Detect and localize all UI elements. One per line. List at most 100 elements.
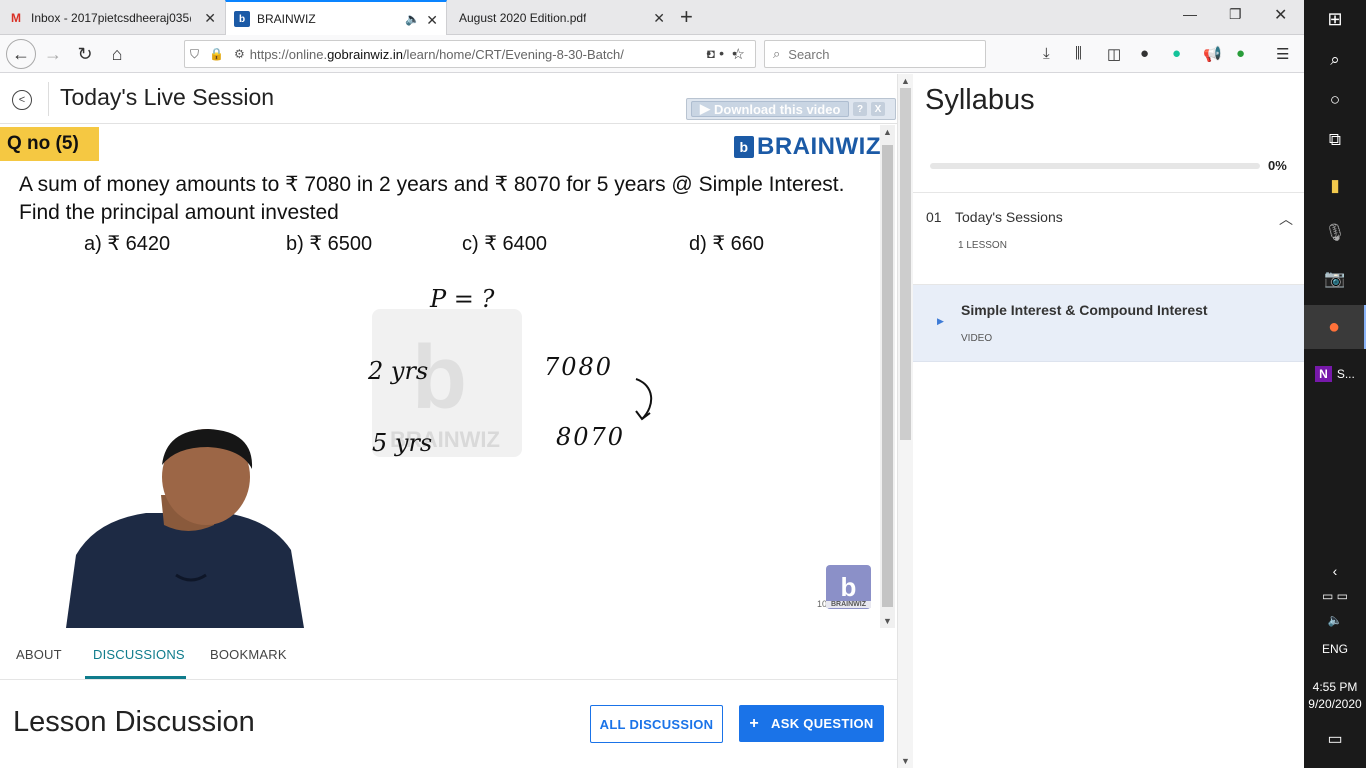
volume-icon[interactable]: 🔈 <box>1304 611 1366 629</box>
tab-title: August 2020 Edition.pdf <box>459 10 587 25</box>
task-view-icon[interactable]: ⧉ <box>1304 129 1366 151</box>
video-scrollbar[interactable]: ▲ ▼ <box>880 125 895 628</box>
download-icon[interactable]: ⤓ <box>1043 45 1050 62</box>
pocket-icon[interactable]: ◘ <box>707 46 715 61</box>
scroll-up-icon[interactable]: ▲ <box>883 127 892 137</box>
onenote-label: S... <box>1336 367 1355 381</box>
download-help-icon[interactable]: ? <box>853 102 867 116</box>
scroll-thumb[interactable] <box>900 88 911 440</box>
battery-network-icon[interactable]: ▭ ▭ <box>1304 587 1366 605</box>
language-indicator[interactable]: ENG <box>1304 642 1366 656</box>
chevron-up-icon[interactable]: ︿ <box>1279 209 1293 229</box>
speaker-icon[interactable]: 🔈 <box>405 12 420 26</box>
sidebar-icon[interactable]: ◫ <box>1107 45 1121 63</box>
page-scrollbar[interactable]: ▲ ▼ <box>897 74 913 768</box>
handwriting-8070: 8070 <box>556 423 626 451</box>
grammarly-icon[interactable]: ● <box>1172 45 1181 62</box>
lesson-item[interactable]: ▶ Simple Interest & Compound Interest VI… <box>913 285 1304 362</box>
new-tab-icon[interactable]: + <box>680 4 693 30</box>
lock-icon[interactable]: 🔒 <box>209 47 224 61</box>
close-tab-icon[interactable]: ✕ <box>204 10 216 27</box>
video-player[interactable]: Q no (5) b BRAINWIZ A sum of money amoun… <box>0 125 880 628</box>
gmail-icon: M <box>11 10 21 25</box>
download-close-icon[interactable]: X <box>871 102 885 116</box>
brainwiz-logo: b BRAINWIZ <box>734 133 880 161</box>
scroll-thumb[interactable] <box>882 145 893 607</box>
show-hidden-icons-icon[interactable]: ‹ <box>1304 561 1366 581</box>
presenter-video <box>66 429 304 628</box>
close-window-icon[interactable]: ✕ <box>1274 5 1287 25</box>
tab-discussions[interactable]: DISCUSSIONS <box>93 647 185 662</box>
clock-time[interactable]: 4:55 PM <box>1304 680 1366 694</box>
library-icon[interactable]: ⫼ <box>1075 45 1082 62</box>
scroll-up-icon[interactable]: ▲ <box>901 76 910 86</box>
handwriting-7080: 7080 <box>544 353 614 381</box>
screen: M Inbox - 2017pietcsdheeraj035@ ✕ b BRAI… <box>0 0 1366 768</box>
question-number-badge: Q no (5) <box>0 127 99 161</box>
onenote-app[interactable]: N S... <box>1304 362 1366 386</box>
bookmark-star-icon[interactable]: ☆ <box>732 45 745 63</box>
announcement-icon[interactable]: 📢 <box>1203 45 1222 63</box>
ask-question-button[interactable]: + ASK QUESTION <box>739 705 884 742</box>
onenote-icon: N <box>1315 366 1332 382</box>
menu-icon[interactable]: ☰ <box>1276 45 1289 63</box>
header-divider <box>48 82 49 116</box>
permissions-icon[interactable]: ⚙ <box>234 47 245 61</box>
handwriting-arrow <box>635 378 652 421</box>
extension-icon[interactable]: ● <box>1236 45 1245 62</box>
windows-start-icon[interactable]: ⊞ <box>1304 8 1366 30</box>
firefox-icon[interactable]: ● <box>1304 305 1366 349</box>
scroll-down-icon[interactable]: ▼ <box>883 616 892 626</box>
tab-gmail-inbox[interactable]: M Inbox - 2017pietcsdheeraj035@ ✕ <box>0 0 224 35</box>
question-line: Find the principal amount invested <box>19 201 339 224</box>
download-video-label: Download this video <box>714 101 841 117</box>
back-circle-icon[interactable]: < <box>12 90 32 110</box>
tab-title: Inbox - 2017pietcsdheeraj035@ <box>31 10 191 25</box>
restore-icon[interactable]: ❐ <box>1229 6 1242 23</box>
all-discussion-button[interactable]: ALL DISCUSSION <box>590 705 723 743</box>
file-explorer-icon[interactable]: ▮ <box>1304 175 1366 197</box>
recorder-icon[interactable]: 🎙 <box>1304 221 1366 245</box>
tab-pdf[interactable]: August 2020 Edition.pdf ✕ <box>451 0 673 35</box>
section-name[interactable]: Today's Sessions <box>955 209 1063 225</box>
reload-icon[interactable]: ↻ <box>72 41 98 67</box>
home-icon[interactable]: ⌂ <box>104 41 130 67</box>
section-number: 01 <box>926 209 942 225</box>
lesson-discussion-title: Lesson Discussion <box>13 706 255 738</box>
forward-arrow-icon[interactable]: → <box>40 41 66 67</box>
clock-date[interactable]: 9/20/2020 <box>1304 697 1366 711</box>
close-tab-icon[interactable]: ✕ <box>653 10 665 27</box>
lesson-name: Simple Interest & Compound Interest <box>961 302 1208 318</box>
url-text[interactable]: https://online.gobrainwiz.in/learn/home/… <box>250 47 650 62</box>
back-arrow-icon[interactable]: ← <box>6 39 36 69</box>
syllabus-progress-percent: 0% <box>1268 158 1287 173</box>
brainwiz-logo-icon: b <box>734 136 754 158</box>
option-d: d) ₹ 660 <box>689 233 764 255</box>
close-tab-icon[interactable]: ✕ <box>426 12 438 29</box>
lesson-tabs: ABOUT DISCUSSIONS BOOKMARK <box>0 628 897 680</box>
option-a: a) ₹ 6420 <box>84 233 171 255</box>
tab-brainwiz[interactable]: b BRAINWIZ 🔈 ✕ <box>225 0 447 36</box>
search-icon[interactable]: ⌕ <box>1304 49 1366 71</box>
search-input[interactable]: ⌕ Search <box>764 40 986 68</box>
download-video-bar: ▶ Download this video ? X <box>686 98 896 120</box>
search-placeholder: Search <box>788 46 830 62</box>
tab-bookmark[interactable]: BOOKMARK <box>210 647 287 662</box>
active-tab-indicator <box>85 676 186 679</box>
divider <box>913 192 1304 193</box>
windows-taskbar: ⊞ ⌕ ○ ⧉ ▮ 🎙 📷 ● N S... ‹ ▭ ▭ 🔈 ENG 4:55 … <box>1304 0 1366 768</box>
url-bar[interactable]: ⛉ 🔒 ⚙ https://online.gobrainwiz.in/learn… <box>184 40 756 68</box>
search-icon: ⌕ <box>773 46 781 61</box>
lesson-type: VIDEO <box>961 333 993 344</box>
download-video-button[interactable]: ▶ Download this video <box>691 101 849 117</box>
option-b: b) ₹ 6500 <box>286 233 373 255</box>
shield-icon[interactable]: ⛉ <box>190 47 199 62</box>
scroll-down-icon[interactable]: ▼ <box>901 756 910 766</box>
tab-about[interactable]: ABOUT <box>16 647 62 662</box>
notifications-icon[interactable]: ▭ <box>1304 728 1366 750</box>
camera-icon[interactable]: 📷 <box>1304 267 1366 291</box>
cortana-icon[interactable]: ○ <box>1304 89 1366 111</box>
minimize-icon[interactable]: — <box>1183 6 1197 22</box>
question-line: A sum of money amounts to ₹ 7080 in 2 ye… <box>19 173 845 196</box>
account-icon[interactable]: ● <box>1140 45 1149 62</box>
